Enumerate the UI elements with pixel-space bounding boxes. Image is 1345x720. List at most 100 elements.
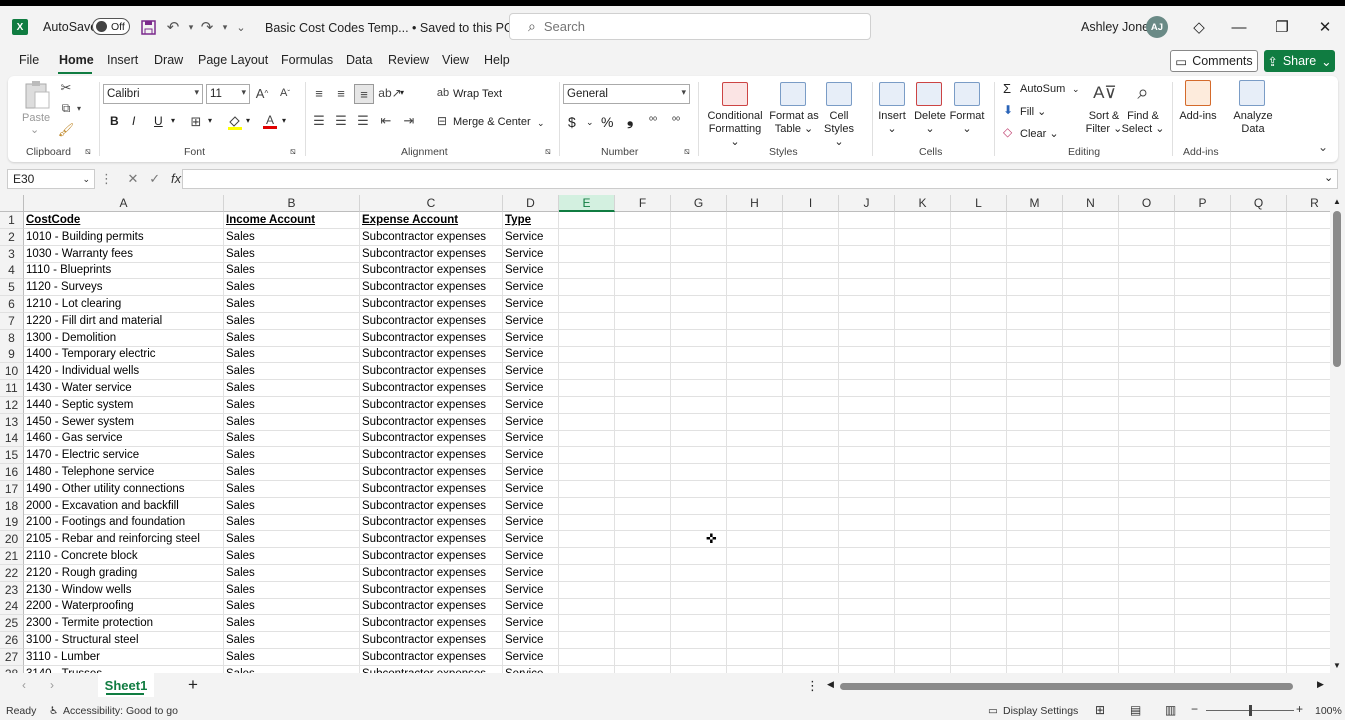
row-header[interactable]: 15 <box>0 447 24 465</box>
table-cell[interactable]: 1440 - Septic system <box>24 396 224 414</box>
increase-decimal-icon[interactable]: ⁰⁰ <box>649 116 657 127</box>
table-cell[interactable]: Service <box>503 581 559 599</box>
table-cell[interactable]: Service <box>503 245 559 263</box>
table-cell[interactable]: Service <box>503 312 559 330</box>
table-cell[interactable] <box>895 598 951 616</box>
table-cell[interactable] <box>895 279 951 297</box>
column-header-o[interactable]: O <box>1119 195 1175 212</box>
table-cell[interactable] <box>559 296 615 313</box>
column-header-c[interactable]: C <box>360 195 503 212</box>
header-cell[interactable]: Expense Account <box>360 212 503 229</box>
table-cell[interactable] <box>1287 498 1330 515</box>
table-cell[interactable] <box>727 245 783 263</box>
row-header[interactable]: 2 <box>0 228 24 246</box>
merge-dropdown-icon[interactable]: ⌄ <box>537 118 545 129</box>
table-cell[interactable]: Subcontractor expenses <box>360 531 503 549</box>
orientation-dropdown-icon[interactable]: ▾ <box>400 88 404 97</box>
table-cell[interactable] <box>615 279 671 297</box>
table-cell[interactable] <box>671 245 727 263</box>
column-header-l[interactable]: L <box>951 195 1007 212</box>
table-cell[interactable] <box>839 329 895 347</box>
table-cell[interactable] <box>671 615 727 633</box>
underline-button[interactable]: U <box>154 114 163 128</box>
table-cell[interactable] <box>559 480 615 498</box>
table-cell[interactable] <box>1007 514 1063 532</box>
table-cell[interactable]: Service <box>503 531 559 549</box>
table-cell[interactable] <box>783 447 839 465</box>
more-options-icon[interactable]: ⋮ <box>100 171 113 186</box>
table-cell[interactable] <box>1063 564 1119 582</box>
increase-font-icon[interactable]: A ^ <box>253 84 271 102</box>
table-cell[interactable] <box>783 363 839 381</box>
table-cell[interactable] <box>615 464 671 481</box>
table-cell[interactable]: 1470 - Electric service <box>24 447 224 465</box>
table-cell[interactable] <box>1063 296 1119 313</box>
table-cell[interactable]: Subcontractor expenses <box>360 346 503 364</box>
format-as-table-button[interactable]: Format as Table ⌄ <box>766 110 822 136</box>
table-cell[interactable]: Subcontractor expenses <box>360 228 503 246</box>
table-cell[interactable]: Subcontractor expenses <box>360 632 503 649</box>
align-right-icon[interactable]: ☰ <box>354 112 372 130</box>
table-cell[interactable] <box>1175 312 1231 330</box>
table-cell[interactable] <box>559 430 615 448</box>
merge-center-button[interactable]: Merge & Center <box>453 116 531 128</box>
header-cell[interactable]: Type <box>503 212 559 229</box>
row-header[interactable]: 6 <box>0 296 24 313</box>
table-cell[interactable] <box>783 514 839 532</box>
table-cell[interactable]: Subcontractor expenses <box>360 497 503 515</box>
table-cell[interactable] <box>1287 380 1330 397</box>
table-cell[interactable] <box>1231 598 1287 616</box>
table-cell[interactable] <box>1175 548 1231 565</box>
table-cell[interactable] <box>783 548 839 565</box>
table-cell[interactable] <box>1287 296 1330 313</box>
table-cell[interactable] <box>895 363 951 381</box>
table-cell[interactable] <box>559 279 615 297</box>
table-cell[interactable] <box>1287 565 1330 582</box>
sheet-tab-sheet1[interactable]: Sheet1 <box>98 673 154 697</box>
table-cell[interactable] <box>1063 346 1119 364</box>
table-cell[interactable]: Sales <box>224 363 360 381</box>
table-cell[interactable] <box>1063 665 1119 673</box>
table-cell[interactable] <box>1063 447 1119 465</box>
table-cell[interactable]: Sales <box>224 413 360 431</box>
table-cell[interactable] <box>951 262 1007 280</box>
table-cell[interactable] <box>951 480 1007 498</box>
table-cell[interactable]: 2300 - Termite protection <box>24 615 224 633</box>
table-cell[interactable]: Sales <box>224 632 360 649</box>
table-cell[interactable] <box>1007 615 1063 633</box>
copy-dropdown-icon[interactable]: ▾ <box>74 102 84 114</box>
table-cell[interactable] <box>615 598 671 616</box>
table-cell[interactable] <box>727 279 783 297</box>
table-cell[interactable] <box>615 262 671 280</box>
undo-icon[interactable]: ↶ <box>164 18 182 36</box>
table-cell[interactable] <box>1287 279 1330 297</box>
table-cell[interactable]: Service <box>503 464 559 481</box>
horizontal-scroll-thumb[interactable] <box>840 683 1293 690</box>
table-cell[interactable] <box>1007 548 1063 565</box>
table-cell[interactable] <box>1231 329 1287 347</box>
restore-icon[interactable]: ❐ <box>1271 16 1293 38</box>
table-cell[interactable] <box>1231 665 1287 673</box>
table-cell[interactable] <box>1287 397 1330 414</box>
table-cell[interactable] <box>1231 497 1287 515</box>
row-header[interactable]: 18 <box>0 497 24 515</box>
table-cell[interactable]: Service <box>503 632 559 649</box>
table-cell[interactable] <box>1007 531 1063 549</box>
table-cell[interactable] <box>1063 632 1119 649</box>
save-icon[interactable] <box>139 18 157 36</box>
table-cell[interactable] <box>615 581 671 599</box>
table-cell[interactable]: Service <box>503 665 559 673</box>
scroll-right-icon[interactable]: ▶ <box>1317 679 1324 690</box>
table-cell[interactable] <box>671 548 727 565</box>
redo-icon[interactable]: ↷ <box>198 18 216 36</box>
table-cell[interactable] <box>839 564 895 582</box>
table-cell[interactable] <box>1119 464 1175 481</box>
table-cell[interactable] <box>783 396 839 414</box>
fill-color-dropdown-icon[interactable]: ▾ <box>246 116 250 125</box>
table-cell[interactable] <box>727 598 783 616</box>
table-cell[interactable] <box>559 548 615 565</box>
table-cell[interactable] <box>1119 665 1175 673</box>
find-select-button[interactable]: Find & Select ⌄ <box>1121 110 1165 136</box>
table-cell[interactable]: Sales <box>224 296 360 313</box>
close-icon[interactable]: ✕ <box>1314 16 1336 38</box>
